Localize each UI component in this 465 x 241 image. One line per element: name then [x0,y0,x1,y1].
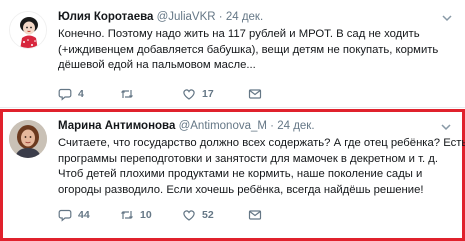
tweet-date[interactable]: 24 дек. [226,11,263,23]
direct-message-button[interactable] [248,87,262,101]
tweet-text-line: программы переподготовки и занятости для… [58,152,439,165]
envelope-icon [248,210,262,220]
reply-count: 44 [78,209,90,221]
avatar[interactable] [9,120,47,158]
retweet-button[interactable] [120,87,140,101]
reply-icon [58,209,72,222]
author-name[interactable]: Марина Антимонова [58,120,175,132]
like-count: 52 [202,209,214,221]
direct-message-button[interactable] [248,208,262,222]
reply-button[interactable]: 44 [58,208,90,222]
envelope-icon [248,89,262,99]
heart-icon [183,89,195,100]
like-count: 17 [202,88,214,100]
author-name[interactable]: Юлия Коротаева [58,11,153,23]
retweet-icon [121,211,133,219]
tweet-text-line: дёшевой едой на пальмовом масле... [58,59,256,71]
portrait-avatar-image [9,120,47,158]
tweet-header: Марина Антимонова @Antimonova_M · 24 дек… [58,119,315,133]
tweet-date[interactable]: 24 дек. [277,120,314,132]
reply-button[interactable]: 4 [58,87,84,101]
tweet-text-line: Конечно. Поэтому надо жить на 117 рублей… [58,28,420,40]
retweet-count: 10 [140,209,152,221]
separator-dot: · [270,120,275,132]
tweet-text-line: (+иждивенцем добавляется бабушка), вещи … [58,43,439,56]
tweet-header: Юлия Коротаева @JuliaVKR · 24 дек. [58,10,263,24]
tweet-card[interactable]: Юлия Коротаева @JuliaVKR · 24 дек. Конеч… [0,0,465,108]
tweet-text-line: Чтоб детей плохими продуктами не кормить… [58,168,423,180]
tweet-text-line: Считаете, что государство должно всех со… [58,137,465,149]
reply-count: 4 [78,88,84,100]
tweet-text: Конечно. Поэтому надо жить на 117 рублей… [58,27,458,74]
chevron-down-icon[interactable] [441,11,453,23]
heart-icon [183,210,195,221]
tweet-text-line: огороды разводило. Если хочешь ребёнка, … [58,183,424,196]
separator-dot: · [218,11,223,23]
author-handle[interactable]: @Antimonova_M [179,120,267,132]
doll-avatar-image [10,12,46,48]
chevron-down-icon[interactable] [440,120,452,132]
reply-icon [58,88,72,101]
tweet-card-highlighted[interactable]: Марина Антимонова @Antimonova_M · 24 дек… [0,109,465,241]
retweet-icon [121,90,133,98]
author-handle[interactable]: @JuliaVKR [157,11,216,23]
like-button[interactable]: 17 [182,87,214,101]
retweet-button[interactable]: 10 [120,208,152,222]
avatar[interactable] [9,11,47,49]
like-button[interactable]: 52 [182,208,214,222]
tweet-text: Считаете, что государство должно всех со… [58,136,465,198]
